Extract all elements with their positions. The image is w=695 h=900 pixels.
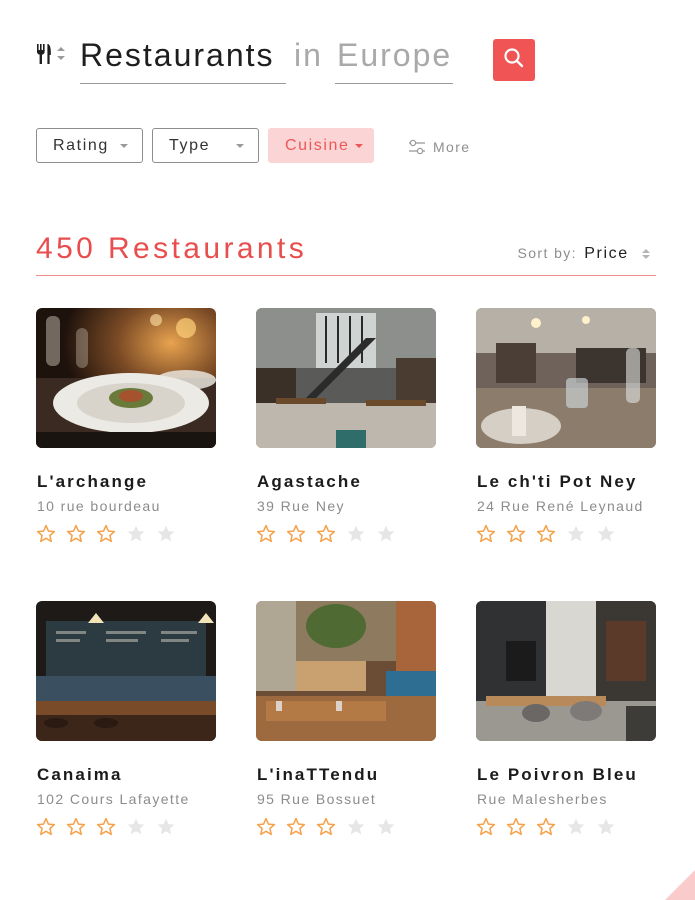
star-empty-icon — [596, 817, 616, 837]
star-empty-icon — [126, 524, 146, 544]
star-filled-icon — [316, 524, 336, 544]
star-empty-icon — [376, 817, 396, 837]
rating-filter-label: Rating — [53, 137, 109, 154]
restaurant-address: 10 rue bourdeau — [37, 498, 161, 514]
star-filled-icon — [36, 817, 56, 837]
caret-down-icon — [355, 144, 363, 148]
restaurant-card[interactable]: Le Poivron Bleu Rue Malesherbes — [476, 601, 656, 851]
star-rating — [256, 817, 406, 839]
restaurant-name: Le ch'ti Pot Ney — [477, 472, 638, 491]
restaurant-name: Agastache — [257, 472, 362, 491]
star-empty-icon — [156, 524, 176, 544]
restaurant-photo — [256, 308, 436, 448]
caret-down-icon — [120, 144, 128, 148]
restaurant-photo — [36, 308, 216, 448]
restaurant-card[interactable]: Canaima 102 Cours Lafayette — [36, 601, 216, 851]
restaurant-name: L'archange — [37, 472, 149, 491]
cuisine-filter-dropdown[interactable]: Cuisine — [268, 128, 374, 163]
restaurant-address: Rue Malesherbes — [477, 791, 608, 807]
rating-filter-dropdown[interactable]: Rating — [36, 128, 143, 163]
search-button[interactable] — [493, 39, 535, 81]
restaurant-address: 24 Rue René Leynaud — [477, 498, 644, 514]
star-filled-icon — [36, 524, 56, 544]
star-rating — [256, 524, 406, 546]
corner-decoration — [665, 870, 695, 900]
star-empty-icon — [566, 524, 586, 544]
restaurant-address: 95 Rue Bossuet — [257, 791, 377, 807]
star-empty-icon — [376, 524, 396, 544]
search-where-value: Europe — [337, 37, 453, 73]
search-where-input[interactable]: Europe — [335, 36, 453, 84]
restaurant-card[interactable]: L'inaTTendu 95 Rue Bossuet — [256, 601, 436, 851]
search-what-input[interactable]: Restaurants — [80, 36, 286, 84]
sort-dropdown[interactable]: Sort by: Price — [517, 244, 650, 263]
star-filled-icon — [256, 817, 276, 837]
restaurant-photo — [476, 308, 656, 448]
results-header: 450 Restaurants Sort by: Price — [36, 230, 656, 276]
star-empty-icon — [596, 524, 616, 544]
type-filter-dropdown[interactable]: Type — [152, 128, 259, 163]
star-filled-icon — [536, 817, 556, 837]
star-filled-icon — [316, 817, 336, 837]
cuisine-filter-label: Cuisine — [285, 137, 350, 154]
star-empty-icon — [566, 817, 586, 837]
star-rating — [36, 817, 186, 839]
star-filled-icon — [476, 524, 496, 544]
star-filled-icon — [476, 817, 496, 837]
restaurant-card[interactable]: Le ch'ti Pot Ney 24 Rue René Leynaud — [476, 308, 656, 558]
more-filters-label: More — [433, 139, 471, 155]
star-rating — [36, 524, 186, 546]
restaurant-card[interactable]: Agastache 39 Rue Ney — [256, 308, 436, 558]
restaurant-name: Le Poivron Bleu — [477, 765, 638, 784]
star-filled-icon — [536, 524, 556, 544]
sort-value: Price — [584, 245, 629, 262]
star-empty-icon — [126, 817, 146, 837]
restaurant-photo — [256, 601, 436, 741]
star-filled-icon — [66, 817, 86, 837]
type-filter-label: Type — [169, 137, 211, 154]
star-filled-icon — [506, 524, 526, 544]
cutlery-icon — [36, 42, 68, 66]
star-empty-icon — [156, 817, 176, 837]
sort-label: Sort by: — [517, 245, 577, 261]
star-filled-icon — [66, 524, 86, 544]
star-filled-icon — [506, 817, 526, 837]
restaurant-card[interactable]: L'archange 10 rue bourdeau — [36, 308, 216, 558]
restaurant-photo — [476, 601, 656, 741]
search-connector: in — [294, 37, 323, 73]
star-filled-icon — [96, 524, 116, 544]
search-icon — [503, 47, 525, 74]
search-what-value: Restaurants — [80, 37, 275, 73]
sliders-icon — [408, 139, 426, 158]
star-filled-icon — [96, 817, 116, 837]
sort-caret-icon — [642, 246, 650, 260]
star-rating — [476, 524, 626, 546]
restaurant-photo — [36, 601, 216, 741]
category-toggle[interactable] — [36, 42, 68, 66]
star-filled-icon — [286, 817, 306, 837]
restaurant-address: 39 Rue Ney — [257, 498, 345, 514]
restaurant-name: Canaima — [37, 765, 123, 784]
star-empty-icon — [346, 524, 366, 544]
star-rating — [476, 817, 626, 839]
caret-down-icon — [236, 144, 244, 148]
star-empty-icon — [346, 817, 366, 837]
star-filled-icon — [256, 524, 276, 544]
star-filled-icon — [286, 524, 306, 544]
restaurant-address: 102 Cours Lafayette — [37, 791, 190, 807]
restaurant-name: L'inaTTendu — [257, 765, 380, 784]
results-count: 450 Restaurants — [36, 232, 308, 265]
